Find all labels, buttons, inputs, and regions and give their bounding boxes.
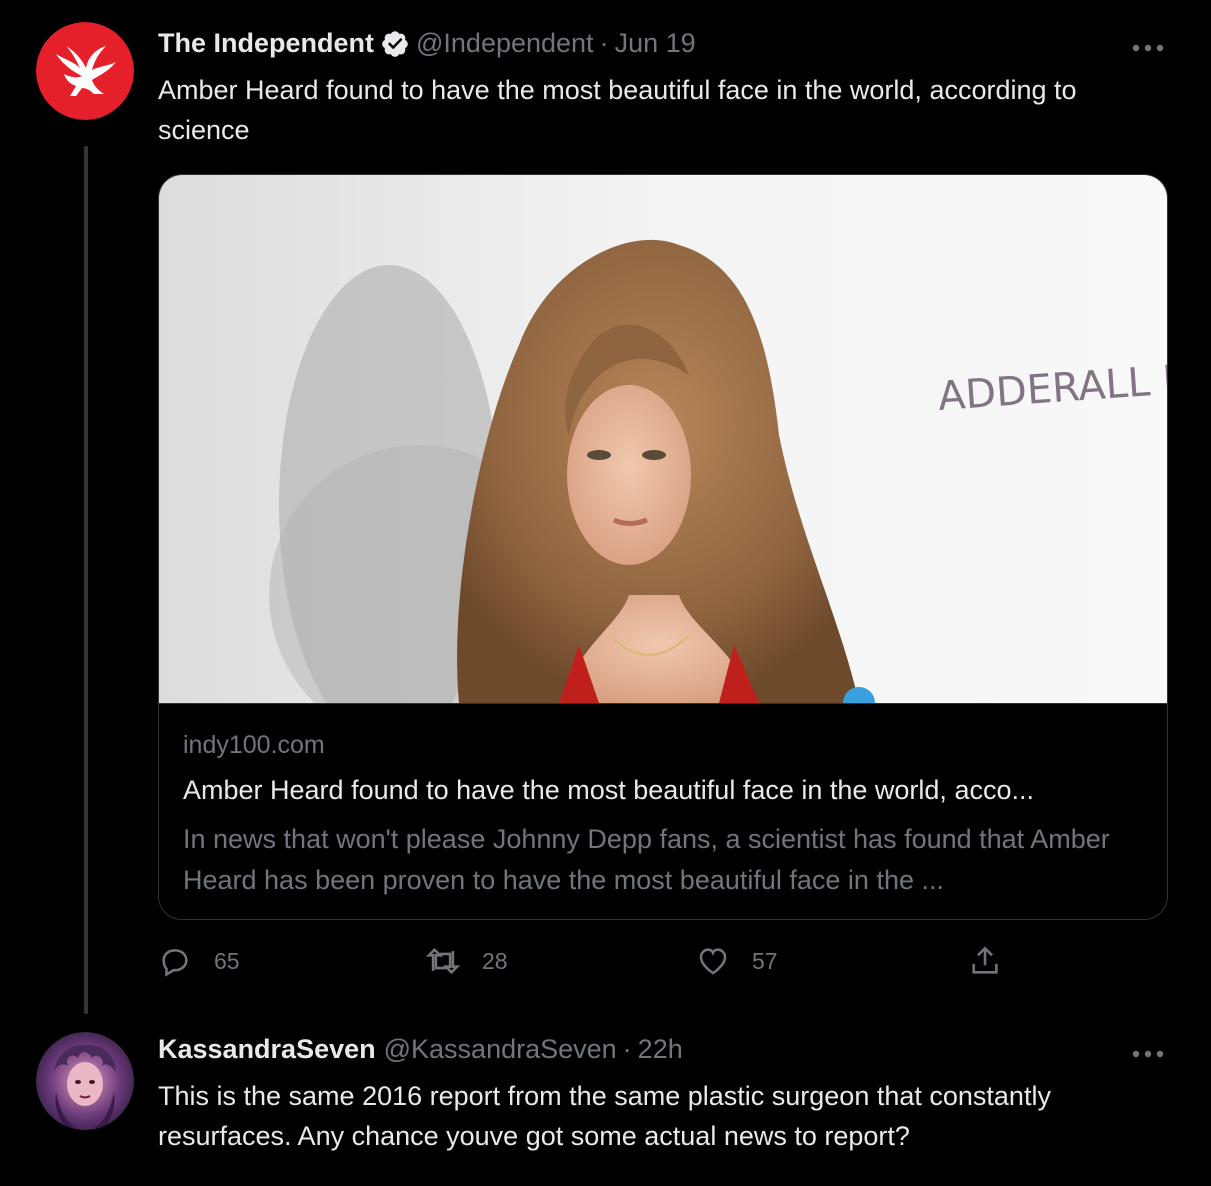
reply-button[interactable]: 65 (158, 944, 240, 978)
verified-icon (380, 29, 410, 59)
thread-line (84, 146, 88, 1014)
like-icon (699, 948, 727, 975)
card-domain: indy100.com (183, 731, 325, 759)
more-icon[interactable] (1131, 1046, 1165, 1058)
share-button[interactable] (968, 944, 1024, 978)
card-title: Amber Heard found to have the most beaut… (183, 775, 1034, 805)
like-count: 57 (752, 947, 778, 974)
separator: · (622, 1034, 632, 1064)
author-name[interactable]: KassandraSeven (158, 1034, 376, 1065)
tweet-header: The Independent @Independent · Jun 19 (158, 28, 696, 59)
retweet-button[interactable]: 28 (426, 944, 508, 978)
card-image: ADDERALL DIARIES (159, 175, 1167, 745)
card-description: In news that won't please Johnny Depp fa… (183, 824, 1110, 895)
more-icon[interactable] (1131, 40, 1165, 52)
reply-count: 65 (214, 947, 240, 974)
author-handle[interactable]: @KassandraSeven (384, 1034, 617, 1065)
tweet-text: Amber Heard found to have the most beaut… (158, 75, 1077, 145)
retweet-count: 28 (482, 947, 508, 974)
user-avatar-image (36, 1032, 134, 1130)
timestamp[interactable]: 22h (638, 1034, 683, 1065)
link-card[interactable]: ADDERALL DIARIES indy100.com Amber Heard… (158, 174, 1168, 920)
share-icon (972, 946, 998, 974)
retweet-icon (426, 947, 460, 975)
tweet-text: This is the same 2016 report from the sa… (158, 1081, 1051, 1151)
tweet-independent[interactable]: The Independent @Independent · Jun 19 Am… (0, 0, 1211, 1014)
author-name[interactable]: The Independent (158, 28, 374, 59)
tweet-header: KassandraSeven @KassandraSeven · 22h (158, 1034, 683, 1065)
avatar[interactable] (36, 22, 134, 120)
independent-eagle-logo (36, 22, 134, 120)
tweet-reply[interactable]: KassandraSeven @KassandraSeven · 22h Thi… (0, 1010, 1211, 1186)
timestamp[interactable]: Jun 19 (615, 28, 696, 59)
avatar[interactable] (36, 1032, 134, 1130)
separator: · (599, 28, 609, 58)
like-button[interactable]: 57 (696, 944, 778, 978)
reply-icon (162, 949, 188, 977)
tweet-actions: 65 28 57 (158, 944, 1058, 988)
author-handle[interactable]: @Independent (416, 28, 594, 59)
